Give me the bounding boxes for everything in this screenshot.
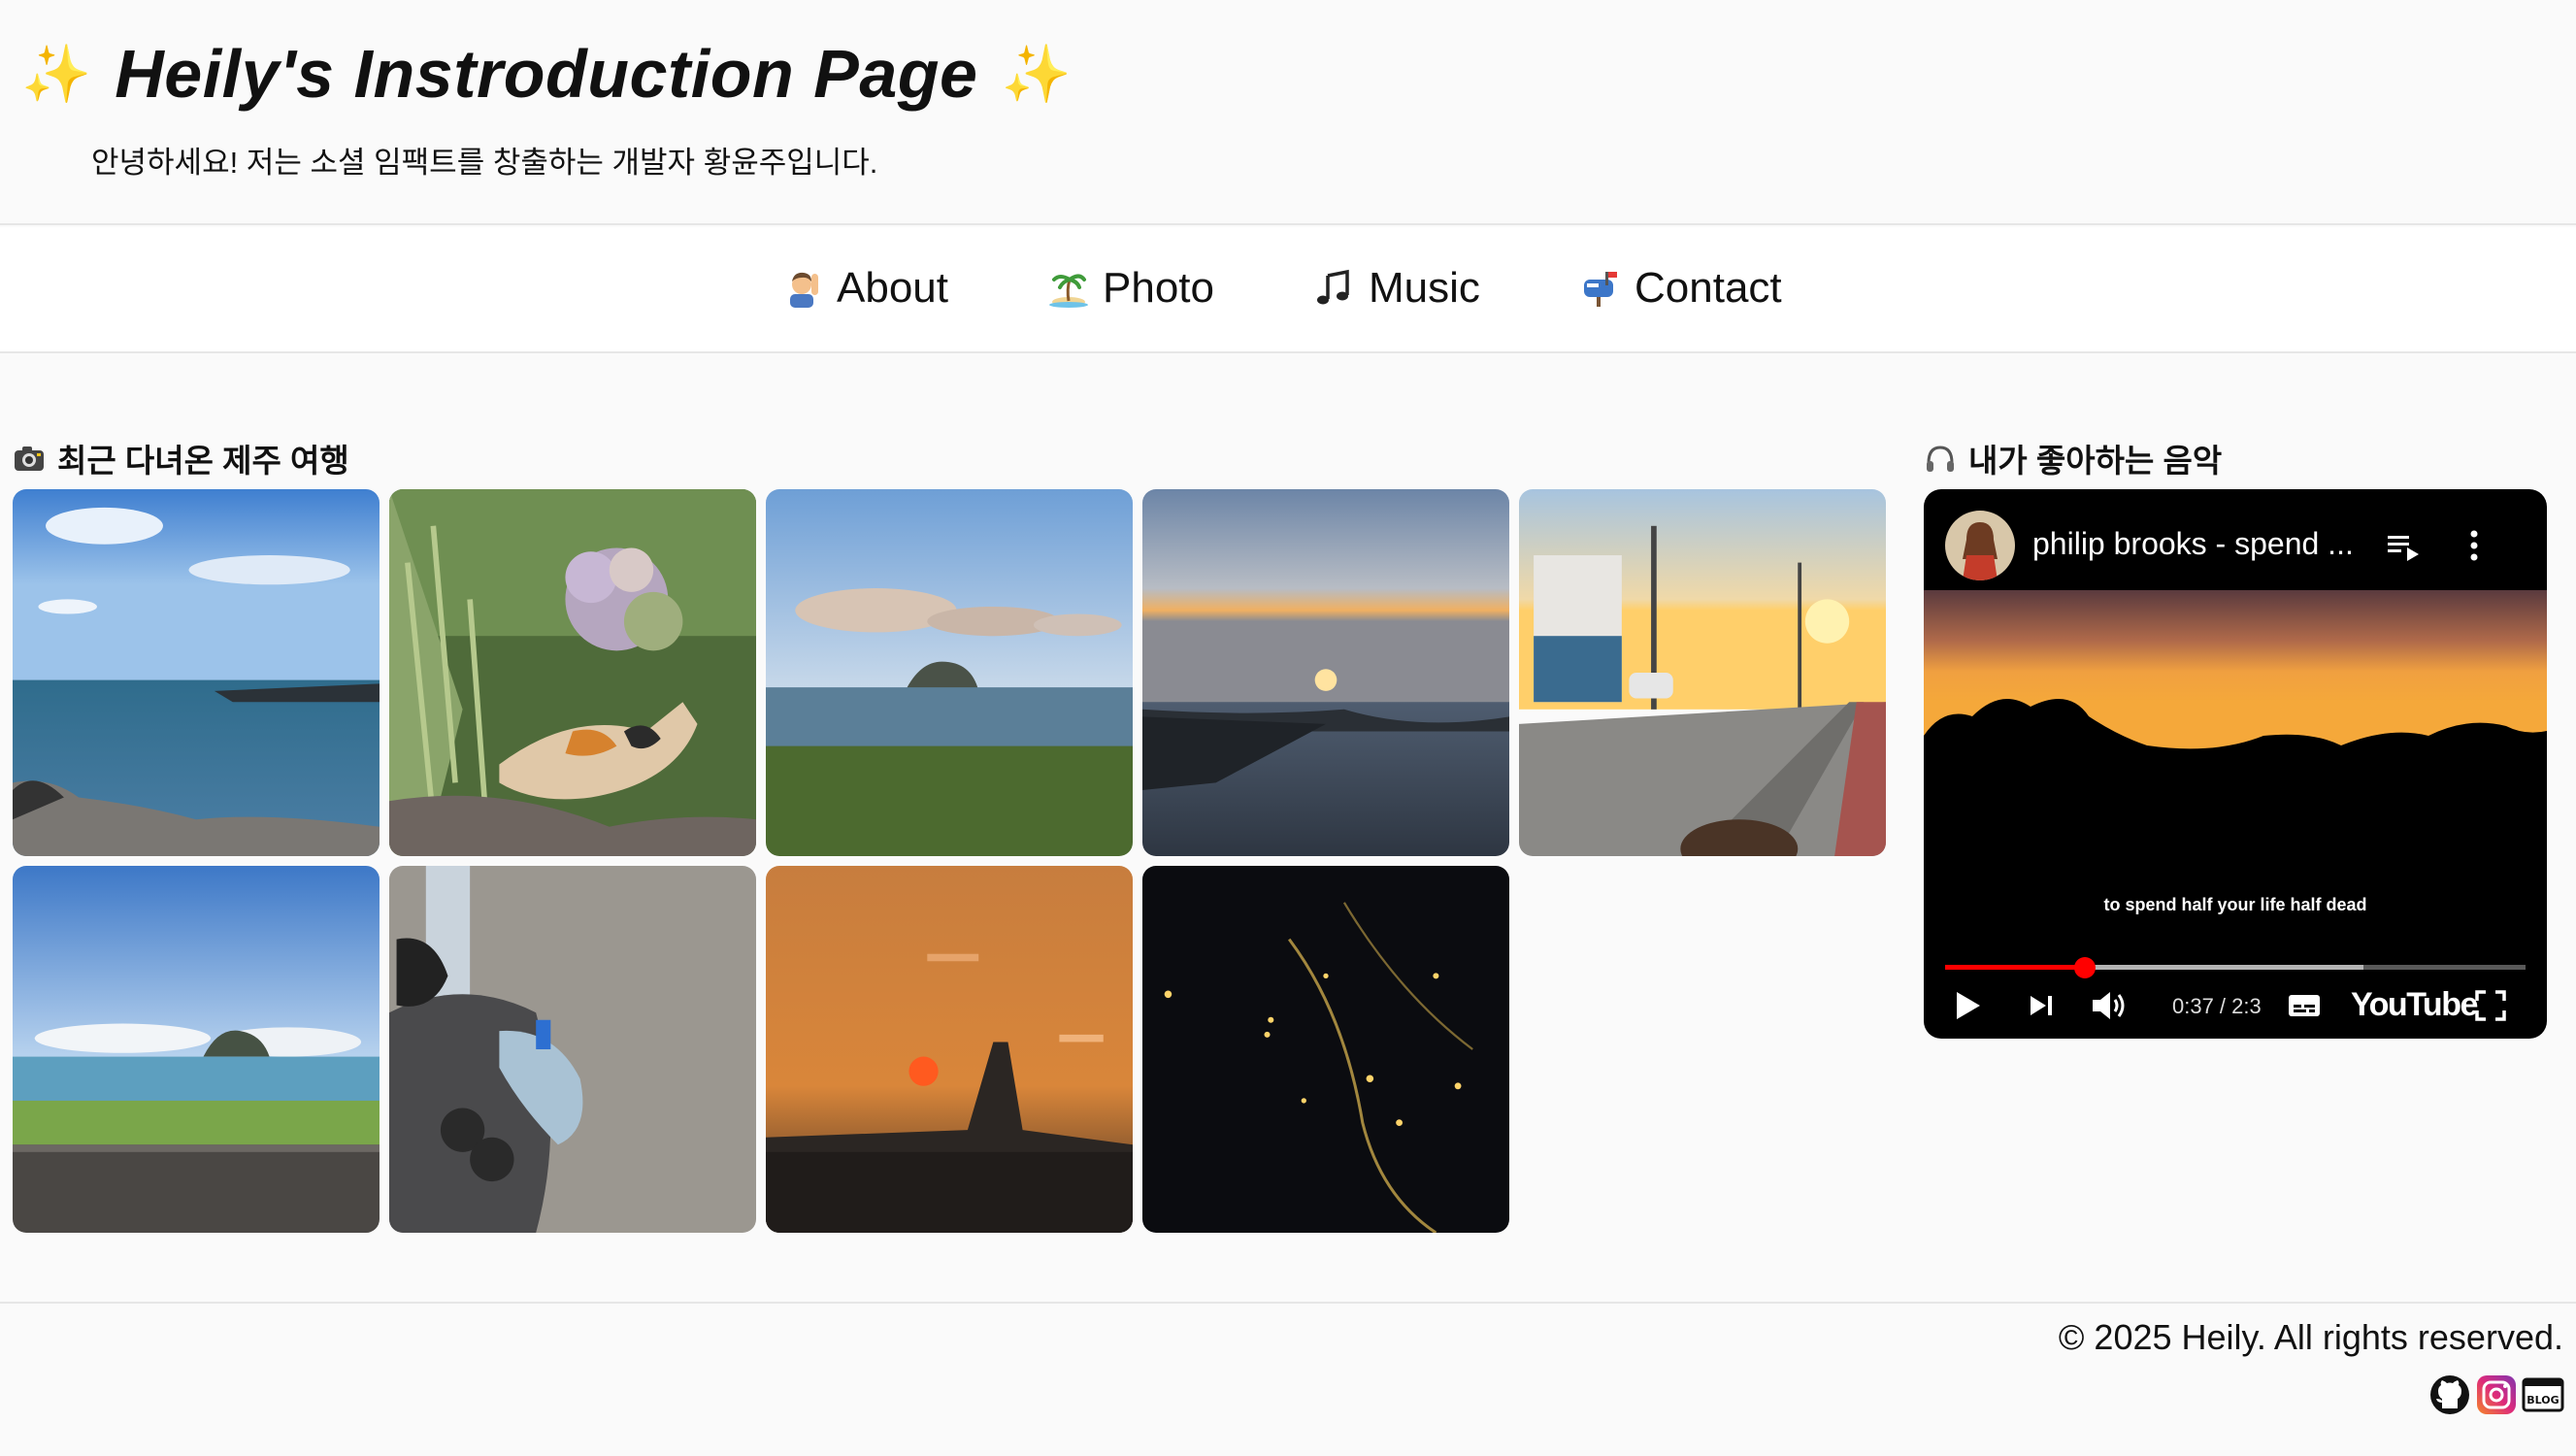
github-icon[interactable] xyxy=(2428,1373,2471,1416)
music-heading: 내가 좋아하는 음악 xyxy=(1924,435,2222,481)
photo-sunset-water[interactable] xyxy=(1142,489,1509,856)
video-time: 0:37 / 2:3 xyxy=(2172,994,2262,1018)
fullscreen-icon[interactable] xyxy=(2471,986,2510,1030)
volume-icon[interactable] xyxy=(2089,986,2131,1030)
subtitles-icon[interactable] xyxy=(2285,986,2324,1030)
channel-avatar[interactable] xyxy=(1945,511,2015,580)
page-title: Heily's Instroduction Page xyxy=(115,36,978,112)
nav-label-contact: Contact xyxy=(1635,264,1782,312)
photo-airport-sunset[interactable] xyxy=(766,866,1133,1233)
music-note-icon xyxy=(1314,268,1355,309)
headphones-icon xyxy=(1924,442,1957,475)
nav-item-about[interactable]: About xyxy=(782,264,948,313)
title-row: ✨ Heily's Instroduction Page ✨ xyxy=(21,35,1072,113)
photo-beach-island[interactable] xyxy=(13,866,380,1233)
nav-label-about: About xyxy=(837,264,948,312)
sparkle-icon: ✨ xyxy=(21,41,92,107)
gallery-title: 최근 다녀온 제주 여행 xyxy=(57,443,349,479)
copyright-text: © 2025 Heily. All rights reserved. xyxy=(2058,1317,2563,1357)
video-title[interactable]: philip brooks - spend ... xyxy=(2032,526,2354,562)
mailbox-icon xyxy=(1580,268,1621,309)
progress-played xyxy=(1945,965,2085,970)
progress-scrubber[interactable] xyxy=(2073,957,2096,978)
main-nav: About Photo Music Contact xyxy=(0,227,2576,353)
more-options-icon[interactable] xyxy=(2467,528,2481,563)
instagram-icon[interactable] xyxy=(2475,1373,2518,1416)
nav-item-music[interactable]: Music xyxy=(1314,264,1480,313)
play-icon[interactable] xyxy=(1947,986,1986,1030)
photo-pavement-feet[interactable] xyxy=(389,866,756,1233)
photo-street-sunset[interactable] xyxy=(1519,489,1886,856)
photo-night-city-lights[interactable] xyxy=(1142,866,1509,1233)
youtube-player[interactable]: philip brooks - spend ... to spend half … xyxy=(1924,489,2547,1039)
photo-cat-hydrangea[interactable] xyxy=(389,489,756,856)
photo-sea-rocks[interactable] xyxy=(13,489,380,856)
page-subtitle: 안녕하세요! 저는 소셜 임팩트를 창출하는 개발자 황윤주입니다. xyxy=(91,146,878,180)
video-top-bar: philip brooks - spend ... xyxy=(1924,489,2547,590)
page-footer: © 2025 Heily. All rights reserved. BLOG xyxy=(0,1302,2576,1456)
music-title: 내가 좋아하는 음악 xyxy=(1968,443,2223,479)
blog-icon[interactable]: BLOG xyxy=(2522,1373,2564,1416)
nav-item-photo[interactable]: Photo xyxy=(1048,264,1214,313)
blog-icon-label: BLOG xyxy=(2526,1394,2559,1406)
playlist-icon[interactable] xyxy=(2386,530,2421,563)
photo-island-sea[interactable] xyxy=(766,489,1133,856)
sparkle-icon: ✨ xyxy=(1001,41,1072,107)
person-raising-hand-icon xyxy=(782,268,823,309)
island-icon xyxy=(1048,268,1089,309)
camera-icon xyxy=(13,442,46,475)
nav-label-photo: Photo xyxy=(1103,264,1214,312)
next-icon[interactable] xyxy=(2023,986,2062,1030)
video-caption: to spend half your life half dead xyxy=(2103,895,2367,914)
gallery-heading: 최근 다녀온 제주 여행 xyxy=(13,435,349,481)
youtube-logo[interactable]: YouTube xyxy=(2351,986,2478,1024)
nav-label-music: Music xyxy=(1369,264,1480,312)
nav-item-contact[interactable]: Contact xyxy=(1580,264,1782,313)
page-header: ✨ Heily's Instroduction Page ✨ 안녕하세요! 저는… xyxy=(0,0,2576,225)
